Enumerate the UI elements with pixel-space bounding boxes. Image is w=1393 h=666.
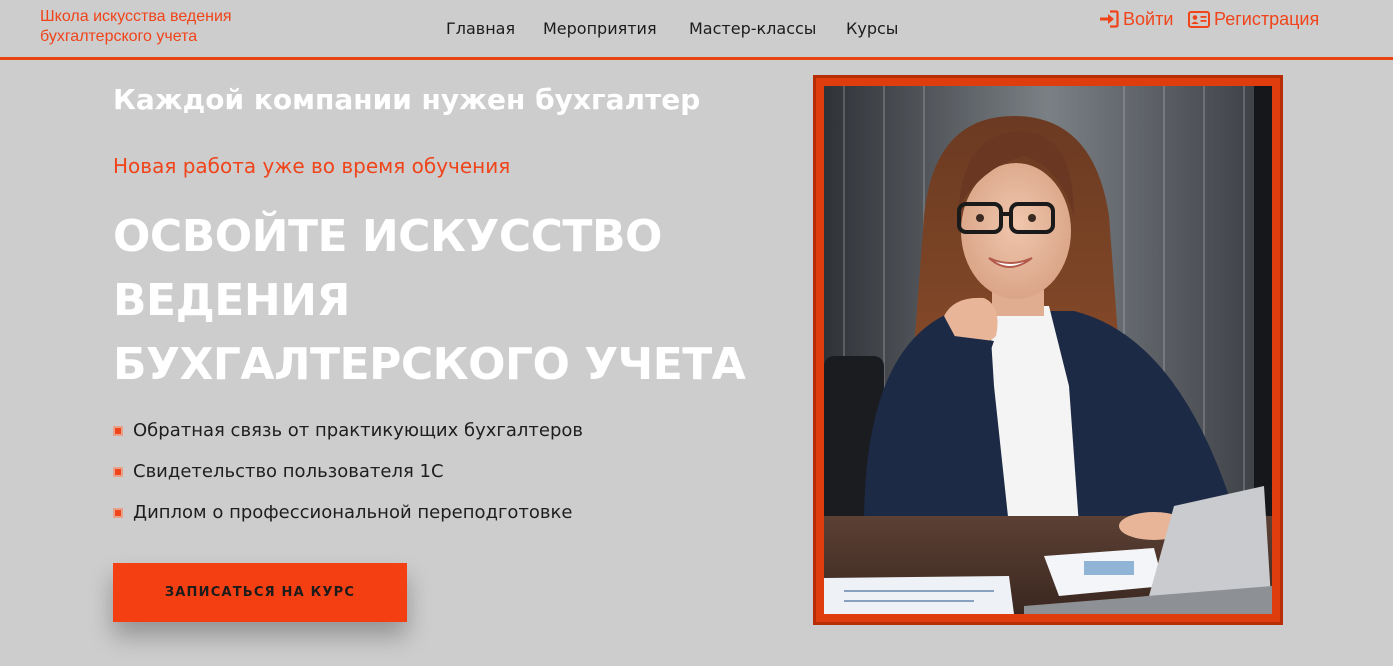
feature-item: Обратная связь от практикующих бухгалтер… — [113, 418, 583, 459]
accountant-portrait-image — [824, 86, 1272, 614]
headline-line-3: БУХГАЛТЕРСКОГО УЧЕТА — [113, 339, 746, 390]
square-bullet-icon — [113, 508, 123, 518]
id-card-icon — [1188, 10, 1210, 28]
hero-kicker: Каждой компании нужен бухгалтер — [113, 83, 701, 116]
feature-text: Свидетельство пользователя 1С — [133, 461, 444, 482]
main-nav: Главная Мероприятия Мастер-классы Курсы — [0, 18, 1393, 42]
login-label: Войти — [1123, 9, 1174, 29]
feature-list: Обратная связь от практикующих бухгалтер… — [113, 418, 583, 541]
nav-item-events[interactable]: Мероприятия — [543, 18, 657, 40]
nav-item-masterclasses[interactable]: Мастер-классы — [689, 18, 816, 40]
enroll-button[interactable]: ЗАПИСАТЬСЯ НА КУРС — [113, 563, 407, 622]
hero-subtitle: Новая работа уже во время обучения — [113, 154, 511, 178]
feature-item: Диплом о профессиональной переподготовке — [113, 500, 583, 541]
hero-photo-frame — [813, 75, 1283, 625]
headline-line-1: ОСВОЙТЕ ИСКУССТВО — [113, 211, 662, 262]
feature-text: Диплом о профессиональной переподготовке — [133, 502, 573, 523]
hero-headline: ОСВОЙТЕ ИСКУССТВО ВЕДЕНИЯ БУХГАЛТЕРСКОГО… — [113, 205, 753, 397]
square-bullet-icon — [113, 426, 123, 436]
square-bullet-icon — [113, 467, 123, 477]
sign-in-icon — [1100, 10, 1119, 28]
hero-photo — [824, 86, 1272, 614]
nav-item-courses[interactable]: Курсы — [846, 18, 898, 40]
register-label: Регистрация — [1214, 9, 1320, 29]
feature-item: Свидетельство пользователя 1С — [113, 459, 583, 500]
nav-item-home[interactable]: Главная — [446, 18, 515, 40]
login-link[interactable]: Войти — [1099, 8, 1173, 30]
feature-text: Обратная связь от практикующих бухгалтер… — [133, 420, 583, 441]
register-link[interactable]: Регистрация — [1188, 8, 1319, 30]
site-header: Школа искусства ведения бухгалтерского у… — [0, 0, 1393, 60]
headline-line-2: ВЕДЕНИЯ — [113, 275, 350, 326]
